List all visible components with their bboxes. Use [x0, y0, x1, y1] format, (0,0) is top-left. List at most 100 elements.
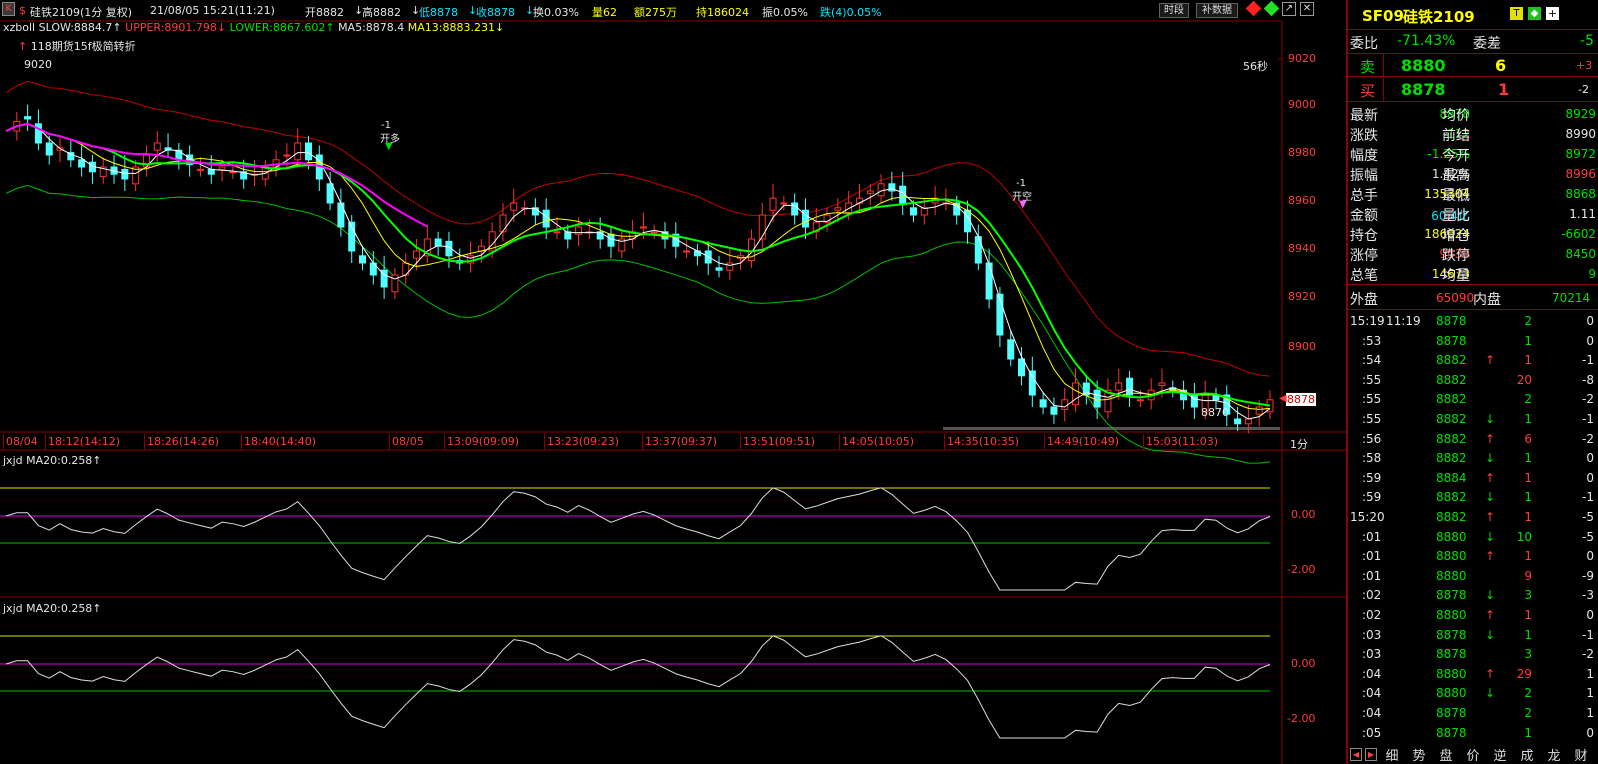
ask-row[interactable]: 卖 8880 6 +3 [1348, 53, 1598, 77]
tick-change: 0 [1586, 470, 1594, 485]
tab-7[interactable]: 财 [1568, 745, 1594, 764]
time-label: 13:37(09:37) [645, 435, 717, 448]
outer-label: 外盘 [1350, 292, 1378, 308]
tick-row[interactable]: :01 8880 ↑ 1 0 [1348, 546, 1598, 565]
tab-5[interactable]: 成 [1514, 745, 1540, 764]
tick-row[interactable]: :56 8882 ↑ 6 -2 [1348, 429, 1598, 448]
tab-0[interactable]: 细 [1379, 745, 1405, 764]
tick-row[interactable]: :02 8878 ↓ 3 -3 [1348, 585, 1598, 604]
stat-value: 8929 [1565, 107, 1596, 121]
candle-body [683, 250, 691, 253]
time-separator [544, 434, 545, 450]
tick-time: :02 [1362, 588, 1382, 603]
tab-2[interactable]: 盘 [1433, 745, 1459, 764]
candle-body [1061, 399, 1069, 410]
tick-row[interactable]: :54 8882 ↑ 1 -1 [1348, 350, 1598, 369]
tab-6[interactable]: 龙 [1541, 745, 1567, 764]
time-label: 13:51(09:51) [743, 435, 815, 448]
bid-row[interactable]: 买 8878 1 -2 [1348, 78, 1598, 102]
time-separator [944, 434, 945, 450]
candle-body [510, 202, 518, 211]
sub1-jxjd-line [5, 487, 1271, 591]
tick-time: :04 [1362, 686, 1382, 701]
tick-row[interactable]: :04 8878 2 1 [1348, 703, 1598, 722]
tick-row[interactable]: :03 8878 3 -2 [1348, 644, 1598, 663]
outer-value: 65090 [1436, 291, 1475, 305]
ma13-line [5, 123, 1271, 410]
tick-direction: ↓ [1485, 529, 1496, 544]
candle-body [974, 236, 982, 264]
tab-1[interactable]: 势 [1406, 745, 1432, 764]
tick-direction: ↓ [1485, 451, 1496, 466]
stat-label: 最高 [1442, 168, 1470, 184]
tick-row[interactable]: :59 8882 ↓ 1 -1 [1348, 487, 1598, 506]
stat-value: 8996 [1565, 167, 1596, 181]
outer-inner-row: 外盘 65090 内盘 70214 [1348, 284, 1598, 310]
tick-row[interactable]: :04 8880 ↑ 29 1 [1348, 664, 1598, 683]
candlesticks [13, 104, 1274, 434]
candle-body [1039, 399, 1047, 408]
tick-row[interactable]: 15:19 11:19 8878 2 0 [1348, 311, 1598, 330]
tick-row[interactable]: :01 8880 ↓ 10 -5 [1348, 527, 1598, 546]
stat-label: 金额 [1350, 208, 1378, 224]
stat-value: 8450 [1565, 247, 1596, 261]
sub1-neg-tick: -2.00 [1287, 563, 1316, 576]
tick-row[interactable]: 15:20 8882 ↑ 1 -5 [1348, 507, 1598, 526]
wc-label: 委差 [1473, 36, 1501, 52]
candle-body [1072, 382, 1080, 406]
time-label: 08/04 [6, 435, 38, 448]
tick-volume: 6 [1524, 431, 1532, 446]
tab-3[interactable]: 价 [1460, 745, 1486, 764]
tick-direction: ↑ [1485, 510, 1496, 524]
plus-icon[interactable]: + [1546, 7, 1559, 20]
tick-row[interactable]: :05 8878 1 0 [1348, 723, 1598, 742]
candle-body [1050, 406, 1058, 415]
time-label: 13:09(09:09) [447, 435, 519, 448]
current-price-tag: 8878 [1286, 393, 1316, 406]
tick-change: -8 [1582, 372, 1594, 387]
tick-row[interactable]: :03 8878 ↓ 1 -1 [1348, 625, 1598, 644]
trend-line [5, 122, 428, 228]
time-label: 08/05 [392, 435, 424, 448]
tick-row[interactable]: :01 8880 9 -9 [1348, 566, 1598, 585]
tab-4[interactable]: 逆 [1487, 745, 1513, 764]
candle-body [196, 168, 204, 171]
period-label[interactable]: 1分 [1290, 436, 1308, 452]
tick-hour: 15:19 [1350, 314, 1385, 328]
candle-body [78, 159, 86, 168]
tick-volume: 1 [1524, 470, 1532, 485]
stat-label: 均价 [1442, 108, 1470, 124]
tick-row[interactable]: :02 8880 ↑ 1 0 [1348, 605, 1598, 624]
scroll-left-button[interactable]: ◀ [1350, 748, 1362, 761]
price-tick: 9000 [1288, 98, 1316, 111]
tick-row[interactable]: :55 8882 2 -2 [1348, 389, 1598, 408]
scroll-right-button[interactable]: ▶ [1365, 748, 1377, 761]
quote-panel: SF09 硅铁2109 T ◆ + 委比 -71.43% 委差 -5 卖 888… [1346, 0, 1598, 764]
tick-volume: 3 [1524, 647, 1532, 662]
tick-price: 8878 [1436, 314, 1467, 328]
sub1-zero-tick: 0.00 [1291, 508, 1316, 521]
diamond-icon[interactable]: ◆ [1528, 7, 1541, 20]
candle-body [888, 183, 896, 192]
candle-body [1136, 399, 1144, 402]
candle-body [359, 255, 367, 264]
tick-time: :01 [1362, 568, 1382, 583]
tick-row[interactable]: :04 8880 ↓ 2 1 [1348, 683, 1598, 702]
price-chart[interactable] [0, 0, 1346, 764]
tick-change: 0 [1586, 549, 1594, 564]
t-icon[interactable]: T [1510, 7, 1523, 20]
tick-row[interactable]: :58 8882 ↓ 1 0 [1348, 448, 1598, 467]
time-label: 18:40(14:40) [244, 435, 316, 448]
tick-row[interactable]: :55 8882 ↓ 1 -1 [1348, 409, 1598, 428]
stat-value: 8868 [1565, 187, 1596, 201]
quote-header: SF09 硅铁2109 T ◆ + [1348, 0, 1598, 30]
ask-volume: 6 [1495, 56, 1507, 75]
tick-price: 8880 [1436, 549, 1467, 564]
tick-row[interactable]: :59 8884 ↑ 1 0 [1348, 468, 1598, 487]
tick-row[interactable]: :55 8882 20 -8 [1348, 370, 1598, 389]
tick-row[interactable]: :53 8878 1 0 [1348, 331, 1598, 350]
tick-price: 8882 [1436, 353, 1467, 368]
tick-change: 0 [1586, 314, 1594, 328]
tick-volume: 2 [1524, 686, 1532, 701]
candle-body [1007, 339, 1015, 360]
